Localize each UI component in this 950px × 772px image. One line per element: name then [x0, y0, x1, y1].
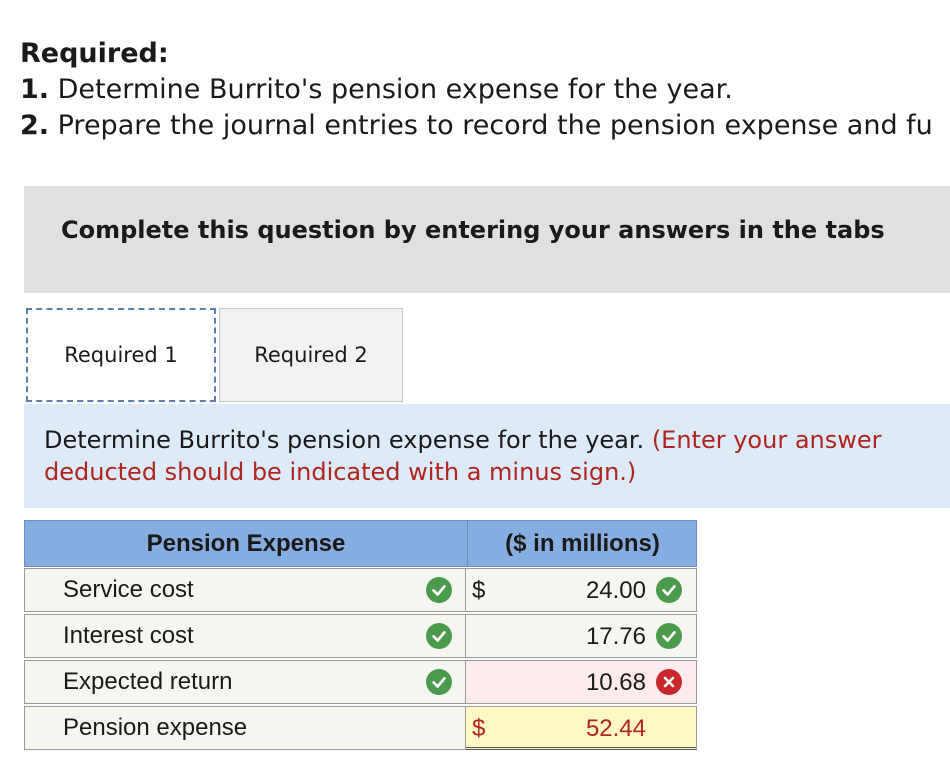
requirements: Required: 1. Determine Burrito's pension… [20, 36, 933, 144]
question-note-1: (Enter your answer [651, 426, 882, 454]
value-input[interactable]: 24.00 [586, 577, 646, 605]
requirement-2-text: Prepare the journal entries to record th… [49, 110, 933, 141]
question-note-2: deducted should be indicated with a minu… [44, 458, 637, 486]
tab-required-2-label: Required 2 [254, 343, 368, 367]
requirement-1-text: Determine Burrito's pension expense for … [49, 74, 733, 105]
header-millions: ($ in millions) [467, 521, 697, 566]
header-pension-expense: Pension Expense [146, 529, 346, 557]
requirement-1: 1. Determine Burrito's pension expense f… [20, 72, 933, 108]
check-circle-icon [656, 577, 682, 603]
check-circle-icon [656, 623, 682, 649]
requirement-2-number: 2. [20, 110, 50, 141]
value-input[interactable]: 10.68 [586, 669, 646, 697]
question-main: Determine Burrito's pension expense for … [44, 426, 652, 454]
row-label: Interest cost [24, 614, 466, 658]
banner-text: Complete this question by entering your … [61, 216, 885, 244]
requirement-1-number: 1. [20, 74, 50, 105]
required-heading: Required: [20, 38, 169, 69]
tab-required-1-label: Required 1 [64, 343, 178, 367]
total-value-cell: $ 52.44 [466, 706, 697, 750]
row-label: Service cost [24, 568, 466, 612]
check-circle-icon [426, 669, 452, 695]
requirement-2: 2. Prepare the journal entries to record… [20, 108, 933, 144]
dollar-sign: $ [472, 577, 486, 604]
total-value: 52.44 [585, 715, 646, 742]
table-row: Interest cost 17.76 [24, 614, 697, 660]
question-text: Determine Burrito's pension expense for … [44, 424, 882, 488]
x-circle-icon [656, 669, 682, 695]
table-header: Pension Expense ($ in millions) [24, 520, 697, 567]
tab-required-2[interactable]: Required 2 [219, 308, 403, 402]
row-label: Pension expense [24, 706, 466, 750]
tab-required-1[interactable]: Required 1 [26, 308, 216, 402]
check-circle-icon [426, 623, 452, 649]
table-row: Service cost $ 24.00 [24, 568, 697, 614]
table-row: Expected return 10.68 [24, 660, 697, 706]
question-panel: Determine Burrito's pension expense for … [24, 404, 950, 508]
table-row-total: Pension expense $ 52.44 [24, 706, 697, 752]
row-label: Expected return [24, 660, 466, 704]
value-input[interactable]: 17.76 [586, 623, 646, 651]
instruction-banner: Complete this question by entering your … [24, 186, 950, 293]
dollar-sign: $ [472, 715, 486, 742]
pension-expense-table: Pension Expense ($ in millions) Service … [24, 520, 697, 752]
check-circle-icon [426, 577, 452, 603]
